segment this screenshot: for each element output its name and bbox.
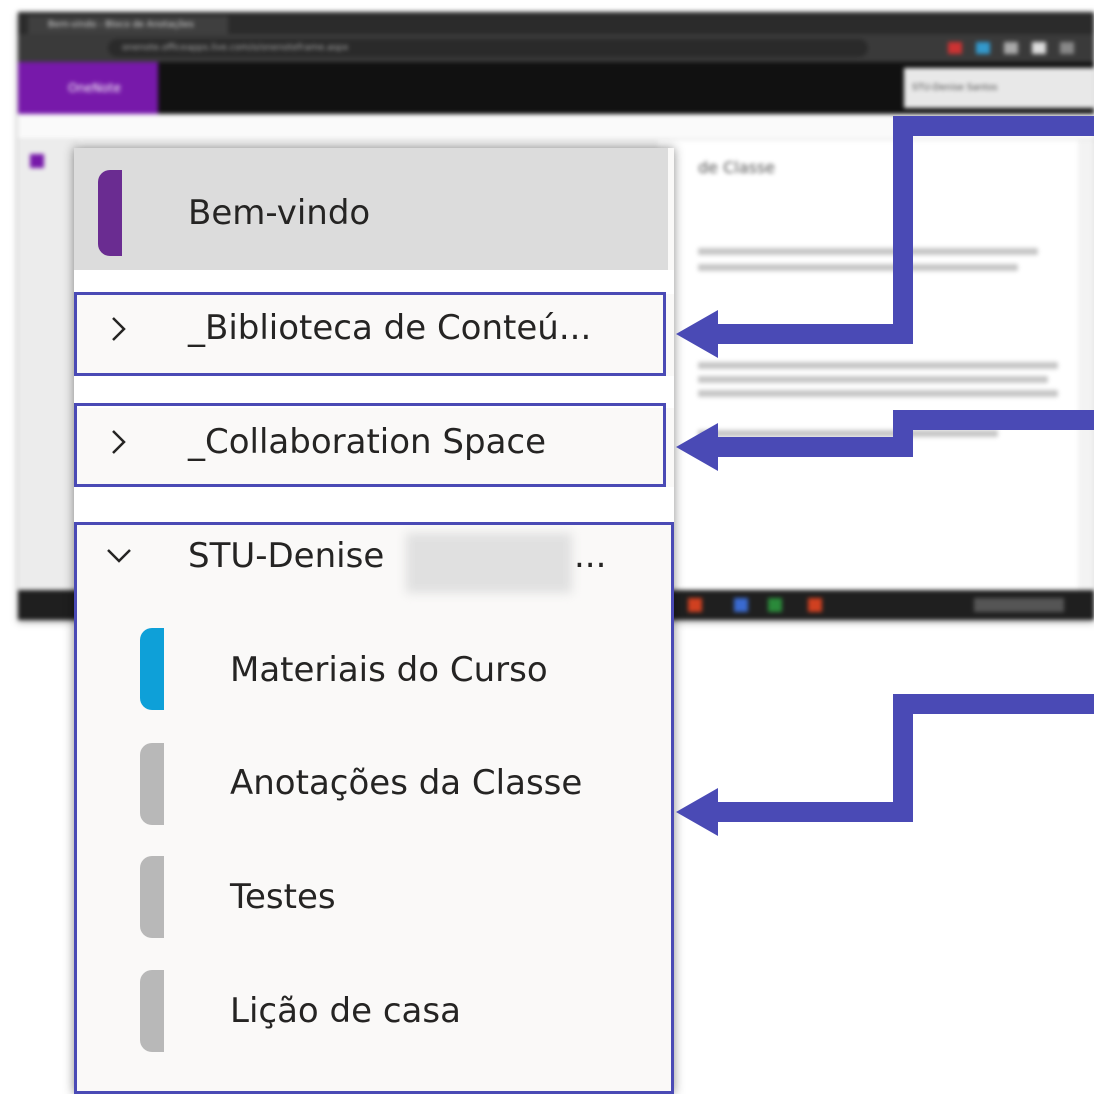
- taskbar-app-icon[interactable]: [688, 598, 702, 612]
- address-bar[interactable]: onenote.officeapps.live.com/o/onenotefra…: [108, 39, 868, 57]
- taskbar-app-icon[interactable]: [808, 598, 822, 612]
- callout-box-collaboration: [74, 403, 666, 487]
- taskbar-clock: [974, 598, 1064, 612]
- welcome-label: Bem-vindo: [188, 193, 371, 233]
- arrow-head-student-section: [676, 788, 718, 836]
- notebook-nav: [18, 140, 78, 590]
- taskbar-app-icon[interactable]: [734, 598, 748, 612]
- callout-box-student-section: [74, 522, 674, 1094]
- content-line: [698, 248, 1038, 255]
- taskbar-app-icon[interactable]: [768, 598, 782, 612]
- content-line: [698, 430, 998, 437]
- content-line: [698, 376, 1048, 383]
- welcome-page-item[interactable]: Bem-vindo: [74, 148, 668, 270]
- page-content: de Classe: [658, 140, 1078, 590]
- extension-icons: [948, 42, 1088, 54]
- content-line: [698, 390, 1058, 397]
- ribbon-bar: [18, 114, 1094, 140]
- page-color-marker: [98, 170, 122, 256]
- arrow-to-student-section: [712, 694, 1094, 822]
- onenote-app-name[interactable]: OneNote: [18, 62, 158, 114]
- divider: [74, 487, 674, 523]
- content-line: [698, 264, 1018, 271]
- browser-tab[interactable]: Bem-vindo - Bloco de Anotações: [28, 16, 228, 34]
- callout-box-biblioteca: [74, 292, 666, 376]
- notebook-icon: [30, 154, 44, 168]
- user-name[interactable]: STU-Denise Santos: [904, 68, 1094, 108]
- page-title: de Classe: [698, 158, 776, 177]
- divider: [74, 270, 674, 294]
- content-line: [698, 362, 1058, 369]
